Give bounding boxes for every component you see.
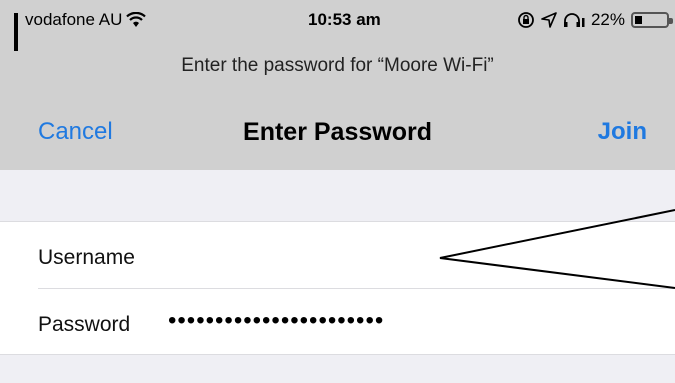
- page-title: Enter Password: [243, 118, 432, 146]
- wifi-prompt: Enter the password for “Moore Wi-Fi”: [181, 55, 494, 76]
- wifi-icon: [126, 12, 147, 27]
- credentials-form: Username Password ••••••••••••••••••••••…: [0, 221, 675, 355]
- signal-icon: [14, 13, 18, 51]
- nav-bar: Cancel Enter Password Join: [0, 110, 675, 154]
- battery-icon: [631, 12, 673, 28]
- username-label: Username: [38, 246, 135, 269]
- status-bar: vodafone AU 10:53 am 22%: [0, 0, 675, 51]
- username-field[interactable]: Username: [0, 222, 675, 289]
- status-time: 10:53 am: [308, 10, 381, 29]
- password-field[interactable]: Password •••••••••••••••••••••••: [0, 289, 675, 356]
- join-button[interactable]: Join: [598, 118, 647, 146]
- location-icon: [541, 12, 557, 28]
- carrier-label: vodafone AU: [25, 10, 123, 29]
- battery-percent: 22%: [590, 10, 625, 29]
- password-input-masked[interactable]: •••••••••••••••••••••••: [168, 307, 384, 335]
- password-label: Password: [38, 313, 131, 336]
- headphones-icon: [563, 13, 585, 27]
- lock-rotation-icon: [518, 12, 534, 28]
- status-right: 22%: [517, 10, 673, 30]
- status-left: vodafone AU: [14, 10, 147, 51]
